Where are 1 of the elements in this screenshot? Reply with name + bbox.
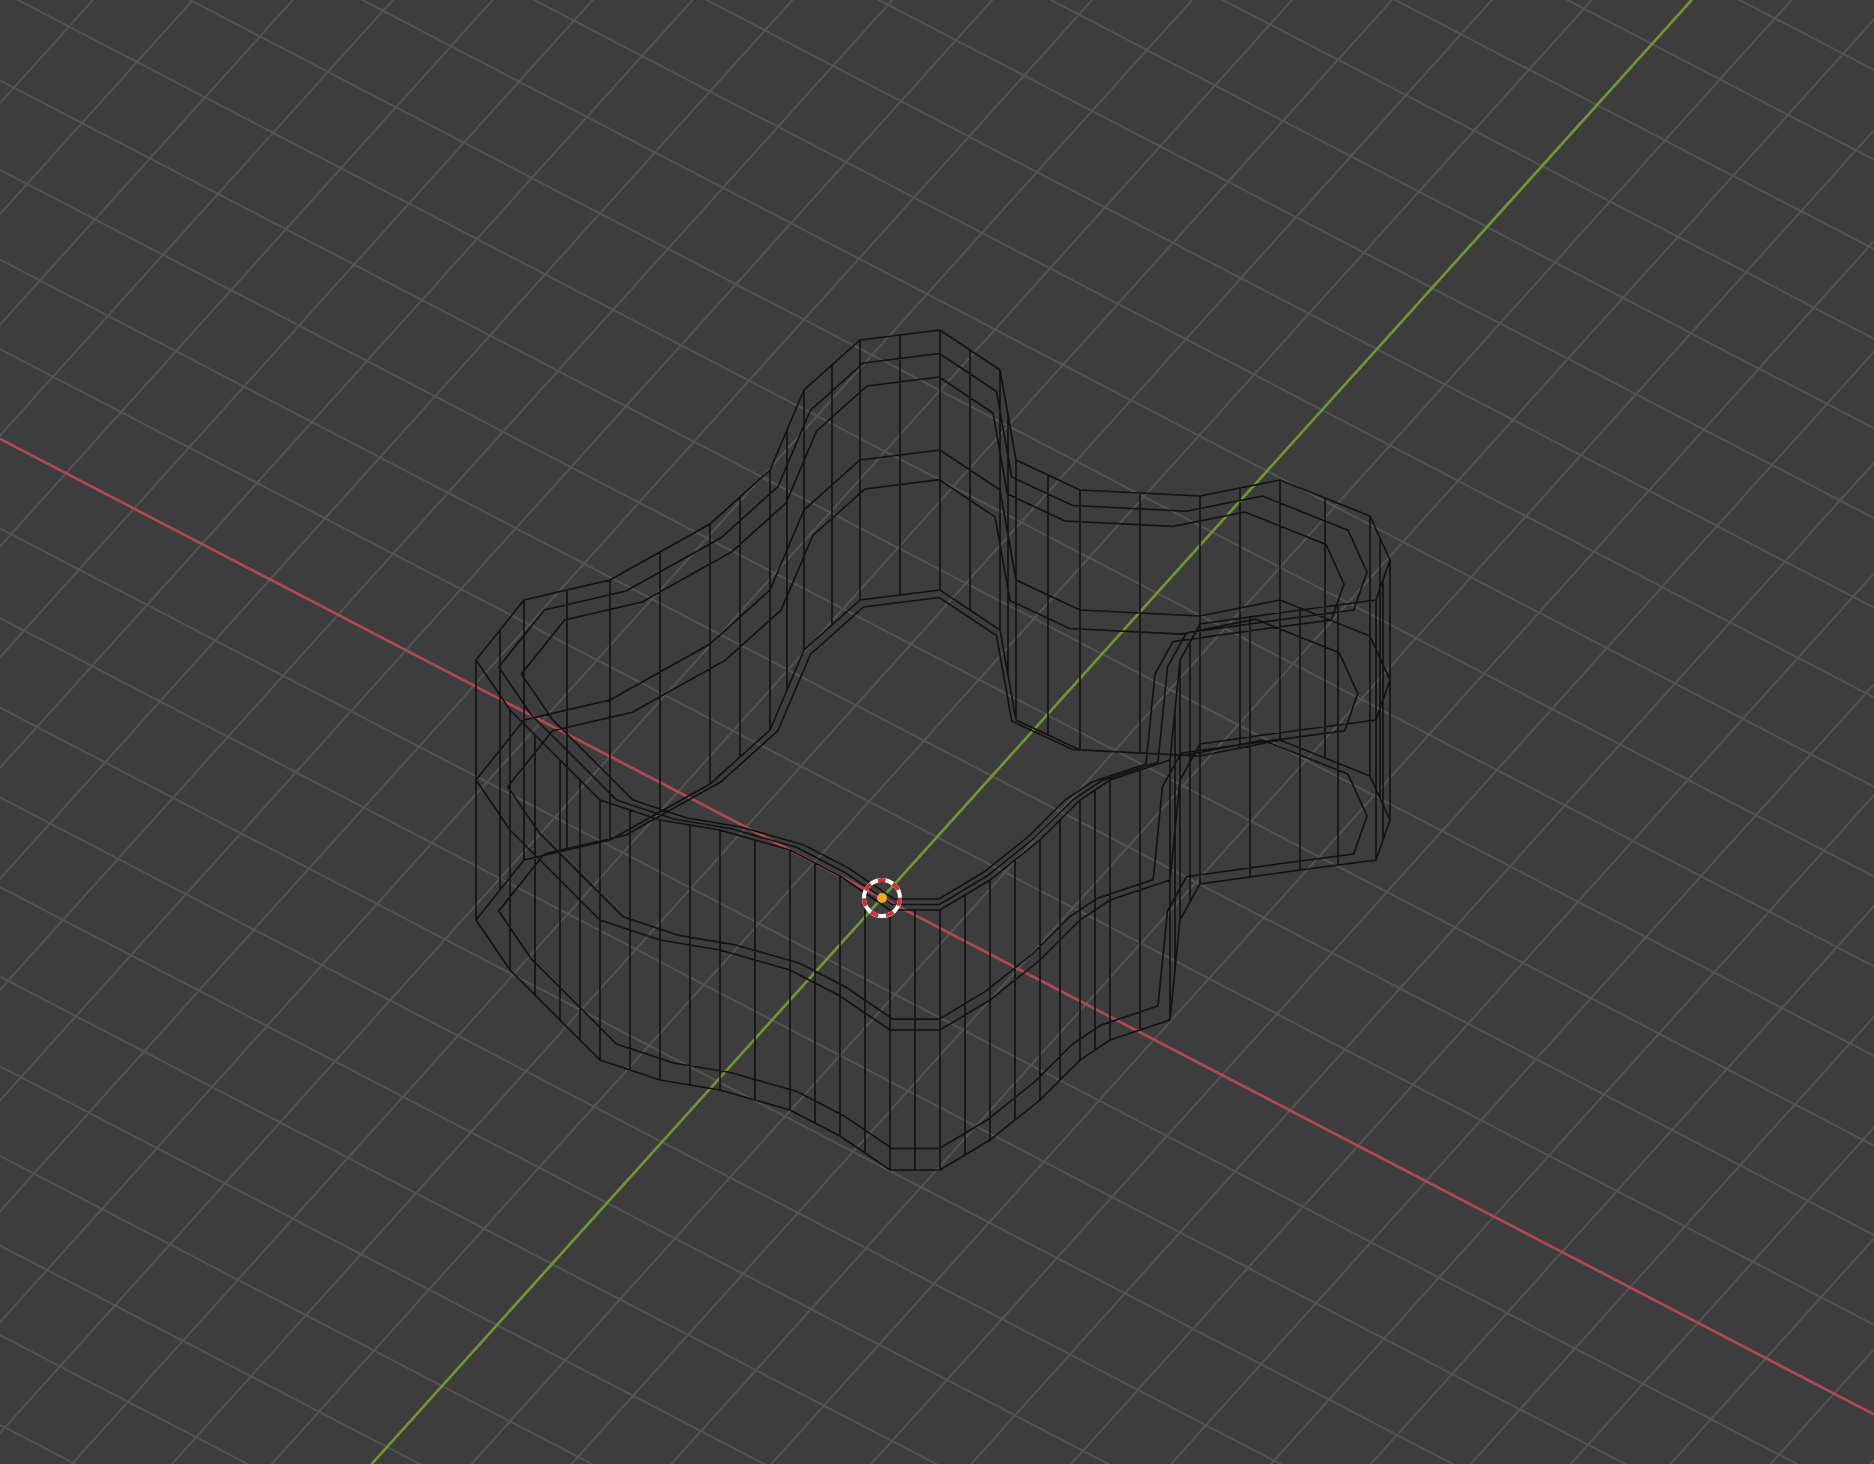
- 3d-viewport[interactable]: [0, 0, 1874, 1464]
